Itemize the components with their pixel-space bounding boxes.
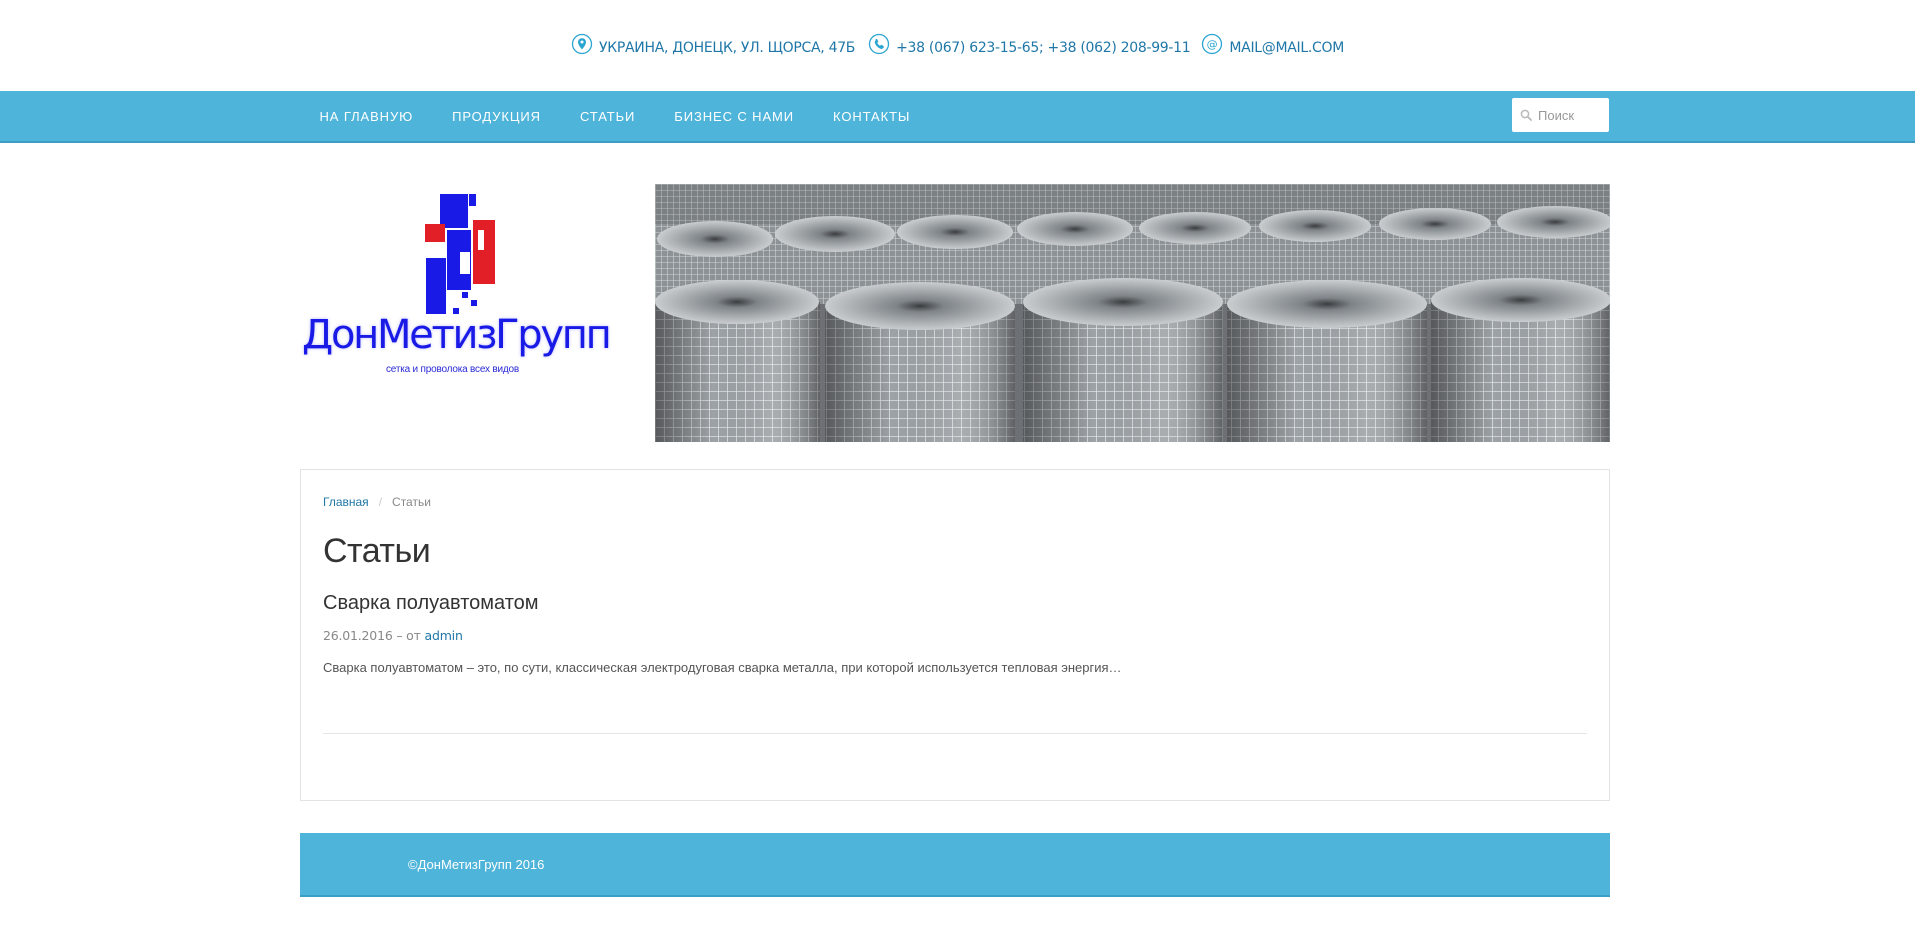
logo-tagline: сетка и проволока всех видов [386, 364, 519, 375]
post-author-link[interactable]: admin [425, 628, 463, 643]
at-sign-icon: @ [1201, 33, 1223, 55]
nav-item-contacts[interactable]: КОНТАКТЫ [814, 109, 930, 124]
page-title: Статьи [323, 532, 431, 570]
contact-phones: +38 (067) 623-15-65; +38 (062) 208-99-11 [868, 33, 1191, 59]
main-navbar: НА ГЛАВНУЮ ПРОДУКЦИЯ СТАТЬИ БИЗНЕС С НАМ… [0, 91, 1915, 143]
site-footer: ©ДонМетизГрупп 2016 [300, 833, 1610, 897]
contact-address: УКРАИНА, ДОНЕЦК, УЛ. ЩОРСА, 47Б [571, 33, 856, 59]
contact-bar: УКРАИНА, ДОНЕЦК, УЛ. ЩОРСА, 47Б +38 (067… [0, 0, 1915, 91]
svg-text:@: @ [1207, 38, 1218, 51]
nav-item-business[interactable]: БИЗНЕС С НАМИ [655, 109, 814, 124]
search-input[interactable] [1538, 107, 1604, 123]
phones-text: +38 (067) 623-15-65; +38 (062) 208-99-11 [896, 39, 1191, 56]
logo-name: ДонМетизГрупп [302, 312, 612, 358]
phone-icon [868, 33, 890, 55]
header-banner-image [655, 184, 1610, 442]
search-box[interactable] [1512, 98, 1609, 132]
breadcrumb-home-link[interactable]: Главная [323, 495, 369, 509]
breadcrumb-current: Статьи [392, 495, 431, 509]
post-meta: 26.01.2016 – от admin [323, 628, 463, 643]
post-excerpt: Сварка полуавтоматом – это, по сути, кла… [323, 660, 1122, 675]
post-divider [323, 733, 1587, 734]
wire-mesh-rolls-image [655, 184, 1610, 442]
post-by-label: – от [396, 628, 421, 643]
post-title-link[interactable]: Сварка полуавтоматом [323, 592, 539, 615]
post-date: 26.01.2016 [323, 628, 393, 643]
email-link[interactable]: MAIL@MAIL.COM [1229, 40, 1344, 56]
nav-item-home[interactable]: НА ГЛАВНУЮ [300, 109, 433, 124]
content-panel: Главная / Статьи Статьи Сварка полуавтом… [300, 469, 1610, 801]
breadcrumb-separator: / [378, 495, 383, 509]
location-pin-icon [571, 33, 593, 55]
address-text: УКРАИНА, ДОНЕЦК, УЛ. ЩОРСА, 47Б [599, 39, 856, 56]
magnifier-icon [1520, 109, 1532, 121]
nav-item-products[interactable]: ПРОДУКЦИЯ [433, 109, 561, 124]
contact-email[interactable]: @ MAIL@MAIL.COM [1201, 33, 1344, 59]
logo-mark-icon [418, 194, 495, 314]
nav-menu: НА ГЛАВНУЮ ПРОДУКЦИЯ СТАТЬИ БИЗНЕС С НАМ… [300, 91, 930, 141]
nav-item-articles[interactable]: СТАТЬИ [560, 109, 654, 124]
copyright-text: ©ДонМетизГрупп 2016 [408, 857, 545, 872]
breadcrumb: Главная / Статьи [323, 495, 431, 509]
site-logo[interactable]: ДонМетизГрупп сетка и проволока всех вид… [300, 190, 612, 385]
